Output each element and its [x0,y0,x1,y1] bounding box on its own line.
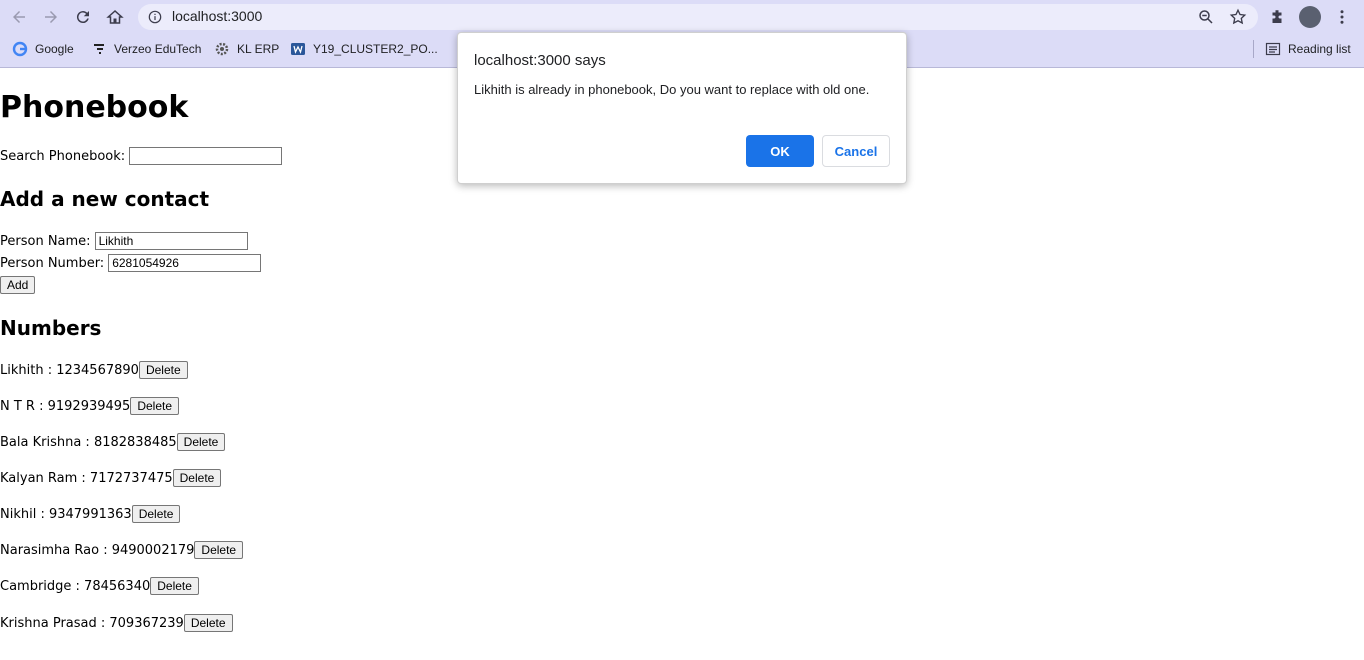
address-bar[interactable] [138,4,1258,30]
delete-button[interactable]: Delete [150,577,199,595]
contact-row: Narasimha Rao : 9490002179 Delete [0,540,244,560]
contact-row: Kalyan Ram : 7172737475 Delete [0,468,222,488]
contact-row: Bala Krishna : 8182838485 Delete [0,432,226,452]
add-row: Add [0,275,36,295]
number-row: Person Number: 6281054926 [0,253,262,273]
extensions-icon[interactable] [1268,8,1286,26]
bookmark-google[interactable]: Google [12,40,74,58]
confirm-dialog: localhost:3000 says Likhith is already i… [457,32,907,184]
contact-row: Nikhil : 9347991363 Delete [0,504,181,524]
contact-text: Krishna Prasad : 709367239 [0,615,184,631]
contact-text: Nikhil : 9347991363 [0,506,132,522]
search-input[interactable] [129,147,283,165]
info-icon[interactable] [148,10,162,24]
name-label: Person Name: [0,233,91,249]
bookmarks-separator [1253,40,1254,58]
cancel-button[interactable]: Cancel [822,135,890,167]
back-arrow-icon[interactable] [8,6,30,28]
avatar[interactable] [1299,6,1321,28]
ok-button[interactable]: OK [746,135,814,167]
bookmark-word-doc[interactable]: Y19_CLUSTER2_PO... [290,40,438,58]
forward-arrow-icon[interactable] [40,6,62,28]
number-label: Person Number: [0,255,105,271]
url-text[interactable]: localhost:3000 [172,8,262,24]
delete-button[interactable]: Delete [130,397,180,415]
bookmark-verzeo[interactable]: Verzeo EduTech [91,40,201,58]
browser-toolbar: localhost:3000 [0,0,1364,34]
word-icon [290,41,306,57]
contact-text: N T R : 9192939495 [0,398,131,414]
google-icon [12,41,28,57]
contact-text: Narasimha Rao : 9490002179 [0,542,195,558]
reading-list-icon [1265,41,1281,57]
contact-row: Krishna Prasad : 709367239 Delete [0,613,233,633]
reload-icon[interactable] [72,6,94,28]
delete-button[interactable]: Delete [138,361,188,379]
add-button[interactable]: Add [0,276,36,294]
delete-button[interactable]: Delete [176,433,226,451]
contact-row: Likhith : 1234567890 Delete [0,360,188,380]
contact-text: Kalyan Ram : 7172737475 [0,470,173,486]
dialog-title: localhost:3000 says [474,52,606,69]
zoom-icon[interactable] [1197,8,1215,26]
contact-text: Bala Krishna : 8182838485 [0,434,177,450]
delete-button[interactable]: Delete [194,541,244,559]
delete-button[interactable]: Delete [131,505,181,523]
delete-button[interactable]: Delete [183,614,233,632]
bookmark-kl-erp[interactable]: KL ERP [214,40,279,58]
search-label: Search Phonebook: [0,148,126,164]
add-contact-heading: Add a new contact [0,187,210,211]
contact-text: Cambridge : 78456340 [0,578,151,594]
contact-row: N T R : 9192939495 Delete [0,396,180,416]
menu-icon[interactable] [1333,8,1351,26]
contact-row: Cambridge : 78456340 Delete [0,576,199,596]
contact-text: Likhith : 1234567890 [0,362,139,378]
reading-list-button[interactable]: Reading list [1265,40,1351,58]
page-title: Phonebook [0,90,189,125]
verzeo-icon [91,41,107,57]
numbers-heading: Numbers [0,316,102,340]
number-input[interactable]: 6281054926 [108,254,262,272]
search-row: Search Phonebook: [0,146,283,166]
name-row: Person Name: Likhith [0,231,248,251]
home-icon[interactable] [104,6,126,28]
name-input[interactable]: Likhith [94,232,248,250]
gear-icon [214,41,230,57]
star-icon[interactable] [1229,8,1247,26]
dialog-message: Likhith is already in phonebook, Do you … [474,82,870,97]
delete-button[interactable]: Delete [172,469,222,487]
